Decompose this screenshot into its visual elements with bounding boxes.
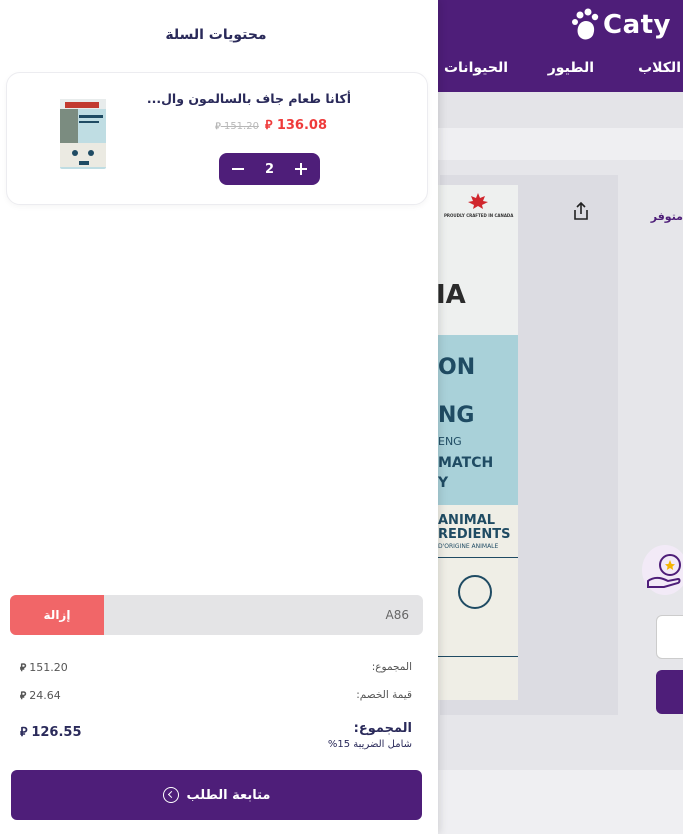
site-logo[interactable]: Caty <box>571 8 671 42</box>
bag-text-line: NG <box>438 403 475 428</box>
cart-item-prices: ⃁ 151.20 ⃁ 136.08 <box>215 117 327 133</box>
total-value: ⃁ 126.55 <box>20 724 82 740</box>
quantity-stepper: 2 <box>219 153 320 185</box>
new-price: ⃁ 136.08 <box>265 117 327 133</box>
discount-value: ⃁ 24.64 <box>20 688 61 703</box>
riyal-icon: ⃁ <box>20 662 27 674</box>
new-price-value: 136.08 <box>276 118 327 133</box>
product-bag-image: PROUDLY CRAFTED IN CANADA IA ON NG ENG M… <box>438 185 518 700</box>
bag-brand: IA <box>438 280 466 310</box>
bag-badge: PROUDLY CRAFTED IN CANADA <box>444 213 514 218</box>
increase-quantity-button[interactable] <box>294 162 308 176</box>
discount-label: قيمة الخصم: <box>356 689 412 701</box>
old-price: ⃁ 151.20 <box>215 119 259 132</box>
subtotal-amount: 151.20 <box>29 660 68 674</box>
remove-coupon-button[interactable]: إزالة <box>10 595 104 635</box>
old-price-value: 151.20 <box>223 120 259 132</box>
coupon-input[interactable] <box>104 595 423 635</box>
bag-text-line: ON <box>438 355 476 380</box>
cart-item-card: أكانا طعام جاف بالسالمون وال... ⃁ 151.20… <box>6 72 428 205</box>
bag-text-line: D'ORIGINE ANIMALE <box>438 543 499 550</box>
product-quantity-box[interactable] <box>656 615 683 659</box>
total-amount: 126.55 <box>31 724 82 740</box>
cart-title: محتويات السلة <box>165 27 267 43</box>
cart-item-name[interactable]: أكانا طعام جاف بالسالمون وال... <box>147 91 351 106</box>
total-label: المجموع: <box>353 720 412 736</box>
bag-text-line: ANIMAL <box>438 513 496 528</box>
discount-amount: 24.64 <box>29 688 61 702</box>
riyal-icon: ⃁ <box>215 120 221 132</box>
paw-icon <box>571 8 601 42</box>
share-icon[interactable] <box>570 200 592 222</box>
discount-row: ⃁ 24.64 قيمة الخصم: <box>20 688 412 703</box>
cart-drawer: محتويات السلة أكانا طعام جاف بالسالمون و… <box>0 0 438 834</box>
riyal-icon: ⃁ <box>20 690 27 702</box>
total-row: ⃁ 126.55 المجموع: <box>20 716 412 740</box>
add-to-cart-button[interactable] <box>656 670 683 714</box>
riyal-icon: ⃁ <box>264 118 273 132</box>
quantity-value: 2 <box>264 161 275 177</box>
bag-text-line: Y <box>438 475 449 491</box>
nav-birds[interactable]: الطيور <box>548 60 594 76</box>
breadcrumb-bar <box>438 92 683 128</box>
logo-text: Caty <box>602 10 671 40</box>
checkout-button[interactable]: متابعة الطلب <box>11 770 422 820</box>
tax-note: شامل الضريبة 15% <box>327 739 412 750</box>
chevron-left-circle-icon <box>162 787 179 803</box>
maple-leaf-icon <box>468 193 488 209</box>
subtotal-row: ⃁ 151.20 المجموع: <box>20 660 412 675</box>
nav-dogs[interactable]: الكلاب <box>638 60 681 76</box>
bag-text-line: MATCH <box>438 455 494 471</box>
bag-text-line: ENG <box>438 435 462 448</box>
product-thumbnail[interactable] <box>57 97 113 169</box>
hand-star-icon <box>642 545 683 595</box>
decrease-quantity-button[interactable] <box>231 162 245 176</box>
bag-text-line: REDIENTS <box>438 527 511 542</box>
coupon-bar: إزالة <box>10 595 423 635</box>
subtotal-value: ⃁ 151.20 <box>20 660 68 675</box>
availability-status: متوفر <box>650 210 683 223</box>
checkout-label: متابعة الطلب <box>186 787 271 803</box>
riyal-icon: ⃁ <box>20 725 28 739</box>
subtotal-label: المجموع: <box>371 661 412 673</box>
